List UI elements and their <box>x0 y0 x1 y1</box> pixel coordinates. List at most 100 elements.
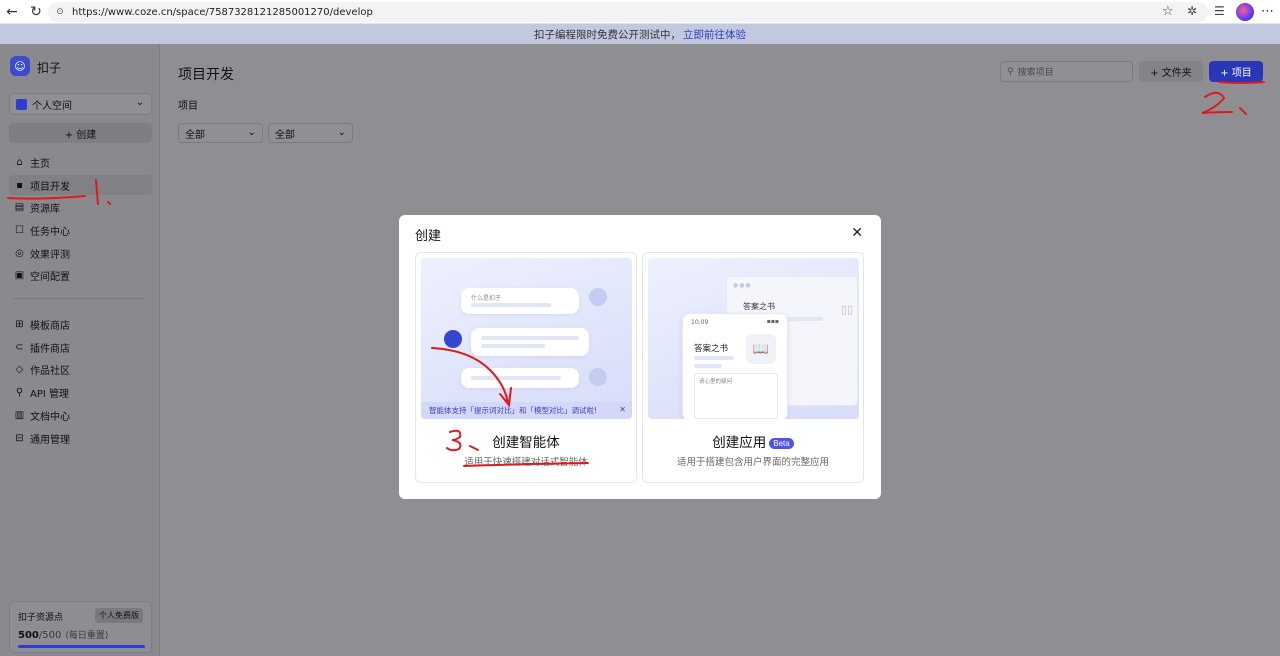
favorites-icon[interactable]: ☰ <box>1214 4 1225 18</box>
sidebar-item-label: 资源库 <box>30 203 60 215</box>
tip-banner: 智能体支持「提示词对比」和「模型对比」调试啦! ✕ <box>421 402 632 419</box>
site-info-icon[interactable]: ⊙ <box>54 6 66 18</box>
browser-toolbar: ← ↻ ⊙ https://www.coze.cn/space/75873281… <box>0 0 1280 24</box>
library-icon: ▤ <box>14 201 25 213</box>
dialog-title: 创建 <box>415 229 442 244</box>
filter-status-select[interactable]: 全部 ⌄ <box>268 123 353 143</box>
chevron-down-icon: ⌄ <box>337 127 346 138</box>
user-icon <box>16 98 27 110</box>
beta-badge: Beta <box>769 437 794 449</box>
page-title: 项目开发 <box>178 67 234 83</box>
card-description: 适用于搭建包含用户界面的完整应用 <box>676 457 829 468</box>
bot-avatar-icon <box>444 330 462 348</box>
user-avatar-icon <box>589 368 607 386</box>
sidebar-item-task[interactable]: ☐ 任务中心 <box>9 220 152 240</box>
create-agent-card[interactable]: 什么是扣子 智能体支持「提示词对比」和「模型对比」调试啦! ✕ 创建智能体 适用… <box>415 252 637 483</box>
close-icon[interactable]: ✕ <box>619 405 626 414</box>
sidebar-item-label: 主页 <box>30 158 50 170</box>
phone-time: 10:09 <box>691 319 709 326</box>
search-input[interactable]: ⚲ 搜索项目 <box>1000 61 1133 82</box>
community-icon: ◇ <box>15 363 24 375</box>
chat-bubble: 什么是扣子 <box>461 288 579 314</box>
extensions-icon[interactable]: ✲ <box>1187 4 1197 18</box>
book-icon: 📖 <box>746 334 776 364</box>
project-icon: ▪ <box>16 179 23 191</box>
profile-avatar[interactable] <box>1236 3 1254 21</box>
eval-icon: ◎ <box>15 247 24 259</box>
text-line <box>481 336 579 340</box>
sidebar-item-plugin[interactable]: ⊂ 插件商店 <box>9 337 152 357</box>
chevron-down-icon: ⌄ <box>247 127 256 138</box>
sidebar-item-community[interactable]: ◇ 作品社区 <box>9 359 152 379</box>
sidebar-divider <box>12 298 146 299</box>
filter-value: 全部 <box>185 129 205 141</box>
banner-link[interactable]: 立即前往体验 <box>683 27 746 42</box>
banner-text: 扣子编程限时免费公开测试中， <box>534 28 681 41</box>
resource-reset: (每日重置) <box>65 631 109 641</box>
space-selector[interactable]: 个人空间 ⌄ <box>9 93 152 115</box>
resource-total: /500 <box>38 630 62 641</box>
more-menu-icon[interactable]: ⋯ <box>1261 4 1274 19</box>
sidebar-item-label: 模板商店 <box>30 320 70 332</box>
card-title-text: 创建应用 <box>712 435 767 451</box>
sidebar-item-home[interactable]: ⌂ 主页 <box>9 152 152 172</box>
api-icon: ⚲ <box>15 386 24 398</box>
task-icon: ☐ <box>15 224 24 236</box>
sidebar-item-label: 项目开发 <box>30 181 70 193</box>
app-illustration: ●●● 答案之书 ▯▯ 10:09 ▪▪▪ 答案之书 📖 请心里的疑问 <box>648 258 859 419</box>
create-dialog: 创建 ✕ 什么是扣子 智能体支持「提示词对比」和「模型对比」调试啦! ✕ 创建智… <box>399 215 881 499</box>
home-icon: ⌂ <box>16 156 23 168</box>
brand-name: 扣子 <box>37 61 62 75</box>
sidebar-item-template[interactable]: ⊞ 模板商店 <box>9 314 152 334</box>
back-icon[interactable]: ← <box>0 0 24 24</box>
resource-progress-bar <box>18 645 145 648</box>
sidebar-item-label: 作品社区 <box>30 365 70 377</box>
sidebar-item-config[interactable]: ▣ 空间配置 <box>9 265 152 285</box>
sidebar-item-api[interactable]: ⚲ API 管理 <box>9 382 152 402</box>
resource-points-card[interactable]: 扣子资源点 个人免费版 500/500 (每日重置) <box>9 601 152 653</box>
sidebar-item-project[interactable]: ▪ 项目开发 <box>9 175 152 195</box>
text-line <box>694 364 722 368</box>
sidebar-item-manage[interactable]: ⊟ 通用管理 <box>9 428 152 448</box>
coze-logo-icon[interactable]: ☺ <box>10 56 30 76</box>
text-line <box>694 356 734 360</box>
close-icon[interactable]: ✕ <box>851 225 863 241</box>
resource-title: 扣子资源点 <box>18 613 64 623</box>
address-bar[interactable]: ⊙ https://www.coze.cn/space/758732812128… <box>48 2 1208 22</box>
window-dots: ●●● <box>733 282 752 289</box>
phone-input: 请心里的疑问 <box>694 373 778 419</box>
new-folder-button[interactable]: + 文件夹 <box>1139 61 1203 82</box>
chat-bubble <box>471 328 589 356</box>
agent-illustration: 什么是扣子 智能体支持「提示词对比」和「模型对比」调试啦! ✕ <box>421 258 632 419</box>
config-icon: ▣ <box>14 269 25 281</box>
text-line <box>471 303 551 307</box>
filter-value: 全部 <box>275 129 295 141</box>
plan-badge: 个人免费版 <box>95 608 143 623</box>
sidebar-item-label: 文档中心 <box>30 411 70 423</box>
create-button[interactable]: + 创建 <box>9 123 152 143</box>
sidebar: ☺ 扣子 个人空间 ⌄ + 创建 ⌂ 主页 ▪ 项目开发 ▤ 资源库 ☐ 任务中心 ◎ 效… <box>0 44 160 656</box>
sidebar-item-label: 插件商店 <box>30 343 70 355</box>
sidebar-item-doc[interactable]: ▥ 文档中心 <box>9 405 152 425</box>
bookmark-star-icon[interactable]: ☆ <box>1162 4 1174 19</box>
tip-text: 智能体支持「提示词对比」和「模型对比」调试啦! <box>429 406 598 415</box>
sidebar-item-eval[interactable]: ◎ 效果评测 <box>9 243 152 263</box>
create-app-card[interactable]: ●●● 答案之书 ▯▯ 10:09 ▪▪▪ 答案之书 📖 请心里的疑问 创建应用… <box>642 252 864 483</box>
card-description: 适用于快速搭建对话式智能体 <box>464 457 588 468</box>
app-phone-mockup: 10:09 ▪▪▪ 答案之书 📖 请心里的疑问 <box>682 313 788 419</box>
card-title: 创建智能体 <box>492 435 560 451</box>
search-placeholder: 搜索项目 <box>1017 68 1054 78</box>
plugin-icon: ⊂ <box>15 341 24 353</box>
search-icon: ⚲ <box>1007 66 1014 77</box>
signal-icon: ▪▪▪ <box>766 318 779 325</box>
template-icon: ⊞ <box>15 318 24 330</box>
sidebar-item-label: API 管理 <box>30 388 69 400</box>
reload-icon[interactable]: ↻ <box>24 0 48 24</box>
chat-hint: 什么是扣子 <box>471 295 502 302</box>
sidebar-item-library[interactable]: ▤ 资源库 <box>9 197 152 217</box>
filter-type-select[interactable]: 全部 ⌄ <box>178 123 263 143</box>
card-title: 创建应用 Beta <box>643 431 863 451</box>
sidebar-item-label: 空间配置 <box>30 271 70 283</box>
new-project-button[interactable]: + 项目 <box>1209 61 1263 82</box>
chevron-down-icon: ⌄ <box>135 97 144 108</box>
